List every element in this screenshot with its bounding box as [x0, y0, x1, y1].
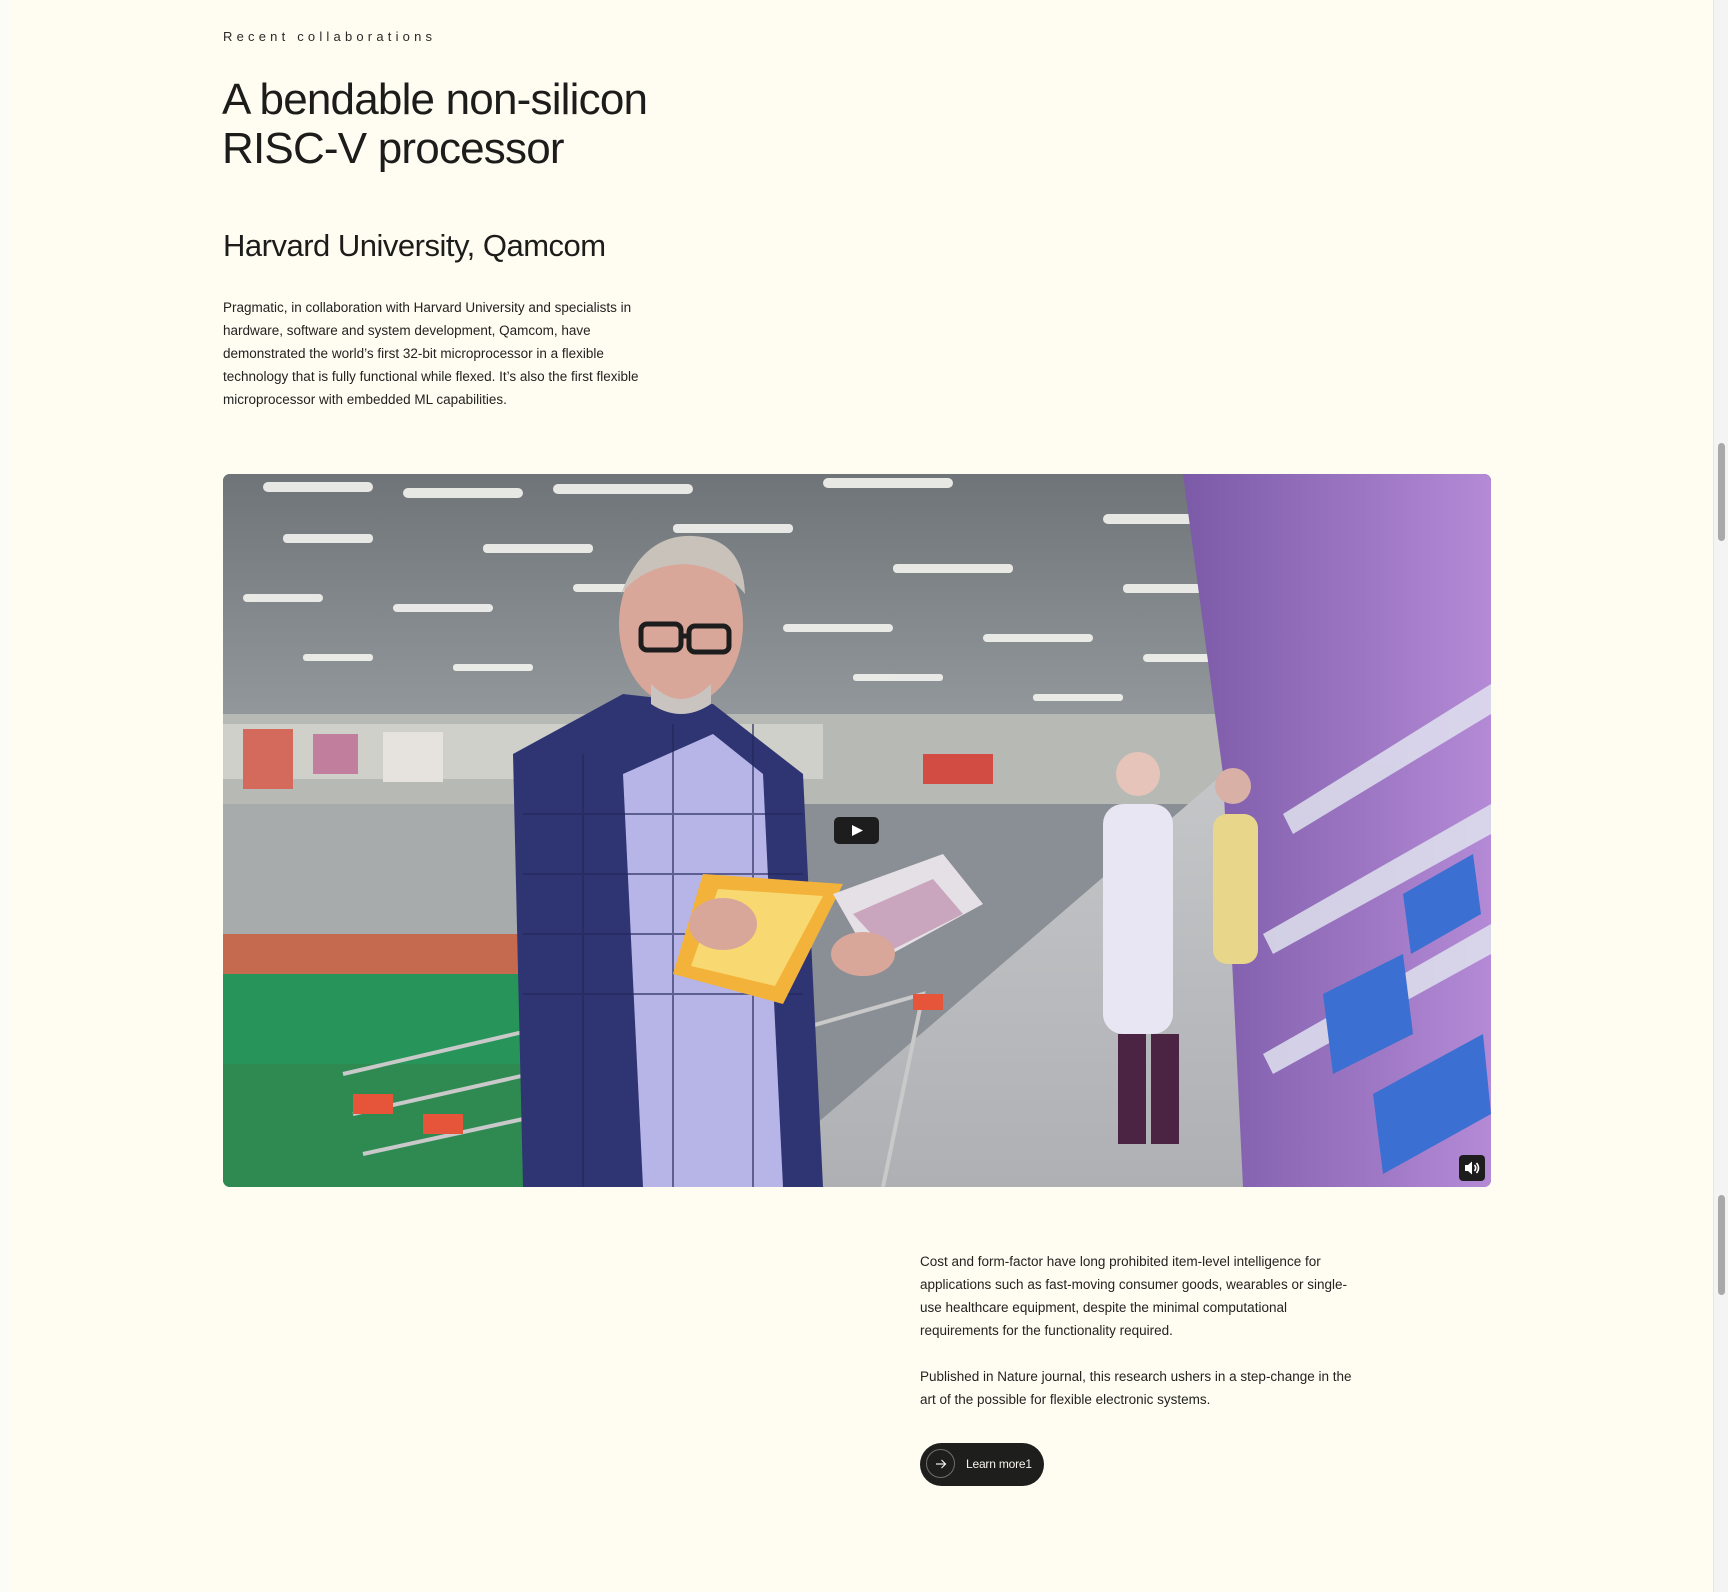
details-paragraph-1: Cost and form-factor have long prohibite…	[920, 1254, 1347, 1338]
volume-icon	[1465, 1161, 1480, 1175]
collaboration-section: Recent collaborations A bendable non-sil…	[9, 0, 1713, 1592]
play-icon	[852, 825, 863, 836]
partners-heading: Harvard University, Qamcom	[223, 228, 606, 263]
page-title: A bendable non-silicon RISC-V processor	[222, 75, 648, 173]
video-player[interactable]	[223, 474, 1491, 1187]
learn-more-label: Learn more1	[966, 1457, 1032, 1471]
title-line-2: RISC-V processor	[222, 124, 565, 173]
play-button[interactable]	[834, 817, 879, 844]
scrollbar-thumb-secondary[interactable]	[1718, 1195, 1725, 1295]
details-text: Cost and form-factor have long prohibite…	[920, 1250, 1360, 1434]
learn-more-button[interactable]: Learn more1	[920, 1443, 1044, 1486]
page-edge	[0, 0, 9, 1592]
volume-button[interactable]	[1459, 1155, 1485, 1181]
title-line-1: A bendable non-silicon	[222, 75, 648, 124]
intro-paragraph: Pragmatic, in collaboration with Harvard…	[223, 300, 639, 407]
scrollbar-thumb[interactable]	[1718, 443, 1725, 541]
arrow-right-icon	[926, 1449, 955, 1478]
details-paragraph-2: Published in Nature journal, this resear…	[920, 1369, 1352, 1407]
section-eyebrow: Recent collaborations	[223, 29, 437, 44]
page-scrollbar[interactable]	[1713, 0, 1728, 1592]
